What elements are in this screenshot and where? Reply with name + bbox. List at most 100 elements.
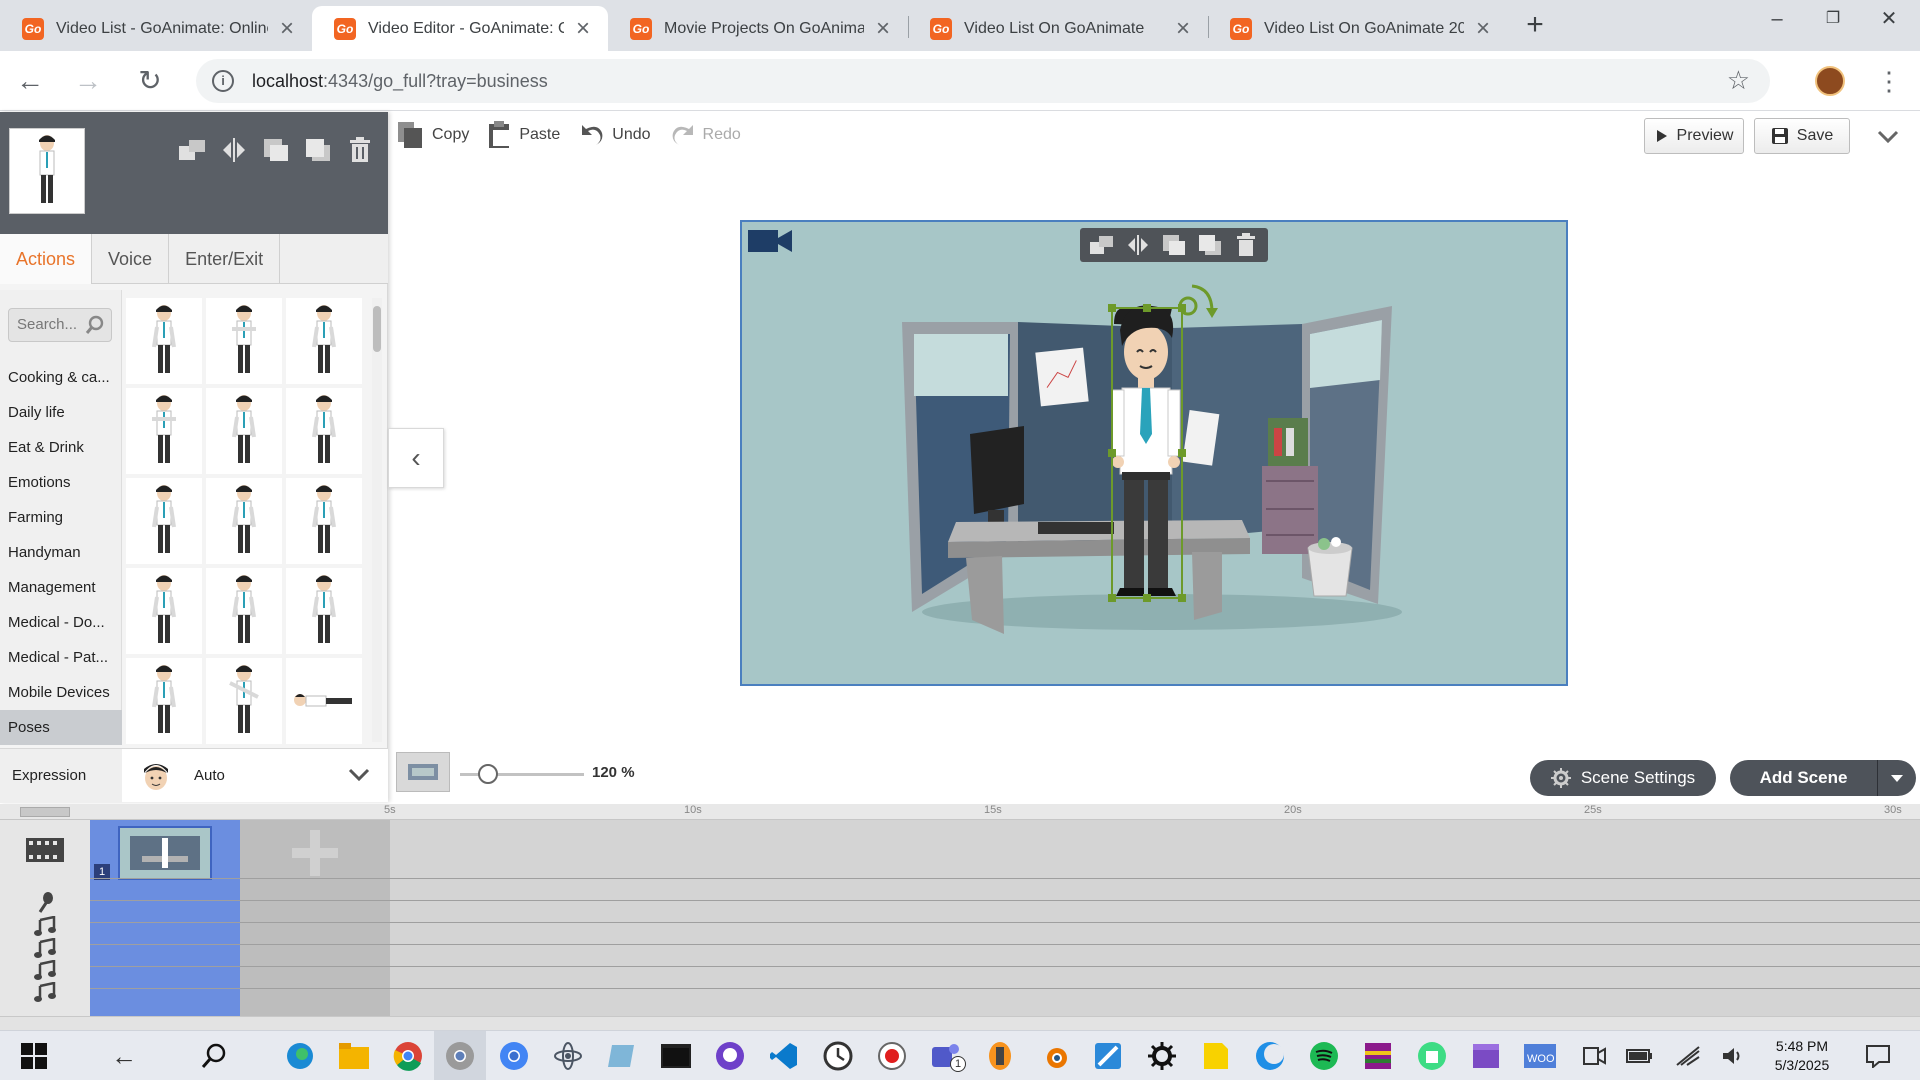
- category-item[interactable]: Eat & Drink: [0, 430, 122, 465]
- new-tab-button[interactable]: +: [1519, 10, 1551, 42]
- winrar-icon[interactable]: [1362, 1040, 1394, 1072]
- browser-tab[interactable]: Go Movie Projects On GoAnimate ×: [608, 6, 908, 51]
- category-item[interactable]: Handyman: [0, 535, 122, 570]
- chevron-down-icon[interactable]: [346, 761, 372, 787]
- add-scene-button[interactable]: Add Scene: [1730, 760, 1878, 796]
- spotify-icon[interactable]: [1308, 1040, 1340, 1072]
- close-icon[interactable]: ×: [572, 16, 594, 41]
- close-icon[interactable]: ×: [872, 16, 894, 41]
- wifi-icon[interactable]: [1672, 1040, 1704, 1072]
- pose-thumbnail[interactable]: [206, 658, 282, 744]
- send-backward-icon[interactable]: [260, 134, 292, 166]
- profile-avatar[interactable]: [1815, 66, 1845, 96]
- action-search-input[interactable]: Search...: [8, 308, 112, 342]
- back-icon[interactable]: ←: [12, 63, 48, 99]
- restore-icon[interactable]: ❐: [1810, 4, 1856, 34]
- close-icon[interactable]: ×: [276, 16, 298, 41]
- pose-thumbnail[interactable]: [286, 568, 362, 654]
- pose-thumbnail[interactable]: [126, 388, 202, 474]
- sticky-notes-icon[interactable]: [1200, 1040, 1232, 1072]
- vscode-icon[interactable]: [768, 1040, 800, 1072]
- taskbar-clock[interactable]: 5:48 PM 5/3/2025: [1754, 1037, 1850, 1075]
- search-icon[interactable]: [85, 315, 105, 335]
- browser-tab-active[interactable]: Go Video Editor - GoAnimate: Onl ×: [312, 6, 608, 51]
- redo-button[interactable]: Redo: [669, 118, 741, 152]
- audio-waveform-icon[interactable]: [20, 807, 70, 817]
- stage-thumbnail-button[interactable]: [396, 752, 450, 792]
- pose-thumbnail[interactable]: [206, 478, 282, 564]
- pose-thumbnail[interactable]: [286, 478, 362, 564]
- category-item[interactable]: Mobile Devices: [0, 675, 122, 710]
- pose-scrollbar[interactable]: [372, 298, 382, 742]
- bring-forward-icon[interactable]: [302, 134, 334, 166]
- pose-thumbnail[interactable]: [126, 478, 202, 564]
- pose-thumbnail[interactable]: [206, 388, 282, 474]
- search-icon[interactable]: [198, 1040, 230, 1072]
- category-item[interactable]: Medical - Pat...: [0, 640, 122, 675]
- atom-icon[interactable]: [552, 1040, 584, 1072]
- zoom-slider-handle[interactable]: [478, 764, 498, 784]
- meet-now-icon[interactable]: [1578, 1040, 1610, 1072]
- category-item[interactable]: Medical - Do...: [0, 605, 122, 640]
- browser-tab[interactable]: Go Video List On GoAnimate ×: [908, 6, 1208, 51]
- collapse-panel-button[interactable]: ‹: [388, 428, 444, 488]
- settings-gear-icon[interactable]: [1146, 1040, 1178, 1072]
- record-icon[interactable]: [876, 1040, 908, 1072]
- paint-icon[interactable]: [1092, 1040, 1124, 1072]
- fl-studio-icon[interactable]: [984, 1040, 1016, 1072]
- android-icon[interactable]: [1416, 1040, 1448, 1072]
- tab-actions[interactable]: Actions: [0, 234, 93, 284]
- close-icon[interactable]: ×: [1172, 16, 1194, 41]
- address-bar[interactable]: i localhost:4343/go_full?tray=business ☆: [196, 59, 1770, 103]
- trash-icon[interactable]: [344, 134, 376, 166]
- notification-center-icon[interactable]: [1862, 1040, 1894, 1072]
- save-button[interactable]: Save: [1754, 118, 1850, 154]
- chevron-down-icon[interactable]: [1874, 122, 1902, 150]
- pose-thumbnail[interactable]: [126, 658, 202, 744]
- timeline-scrollbar[interactable]: [0, 1016, 1920, 1030]
- site-info-icon[interactable]: i: [212, 70, 234, 92]
- terminal-icon[interactable]: [660, 1040, 692, 1072]
- undo-button[interactable]: Undo: [578, 118, 651, 152]
- forward-icon[interactable]: →: [70, 63, 106, 99]
- timeline-add-scene-slot[interactable]: [240, 820, 390, 1016]
- tab-voice[interactable]: Voice: [92, 234, 170, 284]
- woo-app-icon[interactable]: WOO: [1524, 1040, 1556, 1072]
- pose-thumbnail[interactable]: [206, 568, 282, 654]
- bookmark-star-icon[interactable]: ☆: [1727, 67, 1750, 93]
- scene-stage[interactable]: [740, 220, 1568, 686]
- paste-button[interactable]: Paste: [487, 118, 560, 152]
- pose-thumbnail[interactable]: [126, 568, 202, 654]
- windows-start-icon[interactable]: [18, 1040, 50, 1072]
- window-close-icon[interactable]: ✕: [1866, 4, 1912, 34]
- edge-icon[interactable]: [284, 1040, 316, 1072]
- close-icon[interactable]: ×: [1472, 16, 1494, 41]
- tab-enter-exit[interactable]: Enter/Exit: [169, 234, 281, 284]
- file-explorer-icon[interactable]: [338, 1040, 370, 1072]
- timeline-scene-1[interactable]: 1: [90, 820, 240, 1016]
- reload-icon[interactable]: ↻: [132, 63, 168, 99]
- scene-thumbnail[interactable]: [118, 826, 212, 880]
- crescent-app-icon[interactable]: [1254, 1040, 1286, 1072]
- scene-settings-button[interactable]: Scene Settings: [1530, 760, 1716, 796]
- back-arrow-icon[interactable]: ←: [108, 1040, 140, 1072]
- preview-button[interactable]: Preview: [1644, 118, 1744, 154]
- browser-menu-icon[interactable]: ⋮: [1876, 63, 1902, 99]
- category-item[interactable]: Daily life: [0, 395, 122, 430]
- swap-icon[interactable]: [176, 134, 208, 166]
- volume-icon[interactable]: [1718, 1040, 1750, 1072]
- add-scene-dropdown[interactable]: [1878, 760, 1916, 796]
- selected-character-thumbnail[interactable]: [9, 128, 85, 214]
- category-item[interactable]: Farming: [0, 500, 122, 535]
- chrome-icon[interactable]: [444, 1040, 476, 1072]
- scrollbar-thumb[interactable]: [373, 306, 381, 352]
- browser-tab[interactable]: Go Video List - GoAnimate: Online ×: [0, 6, 312, 51]
- clapperboard-icon[interactable]: [1470, 1040, 1502, 1072]
- category-item[interactable]: Emotions: [0, 465, 122, 500]
- pose-thumbnail[interactable]: [286, 658, 362, 744]
- minimize-icon[interactable]: –: [1754, 4, 1800, 34]
- category-item-active[interactable]: Poses: [0, 710, 122, 745]
- flip-icon[interactable]: [218, 134, 250, 166]
- category-item[interactable]: Management: [0, 570, 122, 605]
- chrome-icon[interactable]: [392, 1040, 424, 1072]
